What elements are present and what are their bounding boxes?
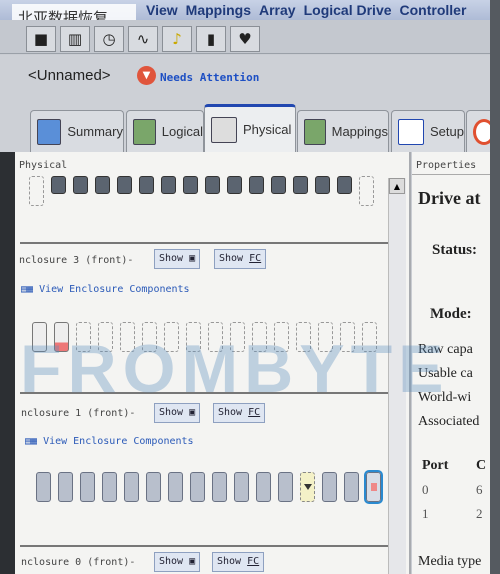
drive-dark[interactable] <box>205 176 220 194</box>
enclosure-icon[interactable]: ■ <box>26 26 56 52</box>
enclosure-3-drives <box>32 322 377 352</box>
drive-dark[interactable] <box>183 176 198 194</box>
tab-bar: Summary Logical Physical Mappings Setup <box>0 104 496 152</box>
empty-slot[interactable] <box>296 322 311 352</box>
drive-filled[interactable] <box>102 472 117 502</box>
drive-filled[interactable] <box>278 472 293 502</box>
drives-icon <box>211 116 237 143</box>
tab-mappings[interactable]: Mappings <box>297 110 389 152</box>
show-fc-button[interactable]: Show FC <box>213 403 266 423</box>
menu-array[interactable]: Array <box>259 2 296 18</box>
drive-filled[interactable] <box>146 472 161 502</box>
enclosure-1-label: nclosure 1 (front)- <box>21 408 136 419</box>
scrollbar[interactable]: ▲ <box>388 178 406 574</box>
empty-slot[interactable] <box>98 322 113 352</box>
book-icon[interactable]: ▥ <box>60 26 90 52</box>
view-enclosure-components-link[interactable]: ▤▦ View Enclosure Components <box>25 436 194 447</box>
bell-icon[interactable]: ♪ <box>162 26 192 52</box>
drive-dark[interactable] <box>293 176 308 194</box>
enclosure-0-label: nclosure 0 (front)- <box>21 557 136 568</box>
drive-dark[interactable] <box>139 176 154 194</box>
drive-filled[interactable] <box>80 472 95 502</box>
drive-filled[interactable] <box>58 472 73 502</box>
drive-present-fault[interactable] <box>54 322 69 352</box>
stethoscope-icon[interactable]: ∿ <box>128 26 158 52</box>
empty-slot[interactable] <box>186 322 201 352</box>
show-drives-button[interactable]: Show ▣ <box>154 403 201 423</box>
empty-slot[interactable] <box>120 322 135 352</box>
drive-filled[interactable] <box>256 472 271 502</box>
drive-filled[interactable] <box>190 472 205 502</box>
scroll-up-arrow-icon[interactable]: ▲ <box>389 178 405 194</box>
empty-slot[interactable] <box>230 322 245 352</box>
summary-icon <box>37 118 62 145</box>
empty-slot[interactable] <box>359 176 374 206</box>
drive-filled[interactable] <box>212 472 227 502</box>
drive-dark[interactable] <box>95 176 110 194</box>
mappings-icon <box>304 118 326 145</box>
drive-filled[interactable] <box>234 472 249 502</box>
empty-slot[interactable] <box>318 322 333 352</box>
header: <Unnamed> ▼ Needs Attention <box>0 55 490 107</box>
drive-dark[interactable] <box>271 176 286 194</box>
show-fc-button[interactable]: Show FC <box>212 552 265 572</box>
panel-title: Physical <box>19 160 68 171</box>
plug-icon[interactable]: ▮ <box>196 26 226 52</box>
drive-present[interactable] <box>32 322 47 352</box>
clipboard-icon <box>398 118 424 145</box>
drive-filled[interactable] <box>344 472 359 502</box>
empty-slot[interactable] <box>29 176 44 206</box>
empty-slot[interactable] <box>208 322 223 352</box>
menu-view[interactable]: View <box>146 2 178 18</box>
drive-dark[interactable] <box>161 176 176 194</box>
drive-selected[interactable] <box>364 470 383 504</box>
drive-warning[interactable] <box>300 472 315 502</box>
empty-slot[interactable] <box>274 322 289 352</box>
tab-setup[interactable]: Setup <box>391 110 465 152</box>
tab-summary[interactable]: Summary <box>30 110 124 152</box>
menu-controller[interactable]: Controller <box>400 2 467 18</box>
database-icon <box>133 118 156 145</box>
show-fc-button[interactable]: Show FC <box>214 249 267 269</box>
empty-slot[interactable] <box>252 322 267 352</box>
properties-title: Properties <box>416 160 477 171</box>
drive-filled[interactable] <box>168 472 183 502</box>
drive-dark[interactable] <box>51 176 66 194</box>
enclosure-top-drives <box>29 176 374 206</box>
alert-icon: ▼ <box>137 66 156 85</box>
drive-filled[interactable] <box>322 472 337 502</box>
empty-slot[interactable] <box>164 322 179 352</box>
drive-dark[interactable] <box>337 176 352 194</box>
empty-slot[interactable] <box>142 322 157 352</box>
array-name: <Unnamed> <box>28 67 111 84</box>
drive-filled[interactable] <box>124 472 139 502</box>
tab-logical[interactable]: Logical <box>126 110 204 152</box>
drive-filled[interactable] <box>36 472 51 502</box>
clock-icon[interactable]: ◷ <box>94 26 124 52</box>
drive-dark[interactable] <box>73 176 88 194</box>
drive-dark[interactable] <box>315 176 330 194</box>
status-link[interactable]: Needs Attention <box>160 71 259 84</box>
tab-physical[interactable]: Physical <box>204 104 296 152</box>
menu-logical-drive[interactable]: Logical Drive <box>304 2 392 18</box>
show-drives-button[interactable]: Show ▣ <box>154 249 201 269</box>
toolbar: ■ ▥ ◷ ∿ ♪ ▮ ♥ <box>0 20 490 54</box>
drive-dark[interactable] <box>117 176 132 194</box>
drive-dark[interactable] <box>249 176 264 194</box>
drive-dark[interactable] <box>227 176 242 194</box>
properties-panel: Properties Drive at Status: Mode: Raw ca… <box>412 152 490 574</box>
show-drives-button[interactable]: Show ▣ <box>154 552 201 572</box>
enclosure-3-label: nclosure 3 (front)- <box>19 255 134 266</box>
empty-slot[interactable] <box>362 322 377 352</box>
view-enclosure-components-link[interactable]: ▤▦ View Enclosure Components <box>21 284 190 295</box>
menu-mappings[interactable]: Mappings <box>186 2 251 18</box>
physical-panel: Physical nclosure 3 (front)- Show ▣ Show… <box>15 152 411 574</box>
empty-slot[interactable] <box>76 322 91 352</box>
heart-icon[interactable]: ♥ <box>230 26 260 52</box>
enclosure-1-drives <box>36 470 383 504</box>
empty-slot[interactable] <box>340 322 355 352</box>
